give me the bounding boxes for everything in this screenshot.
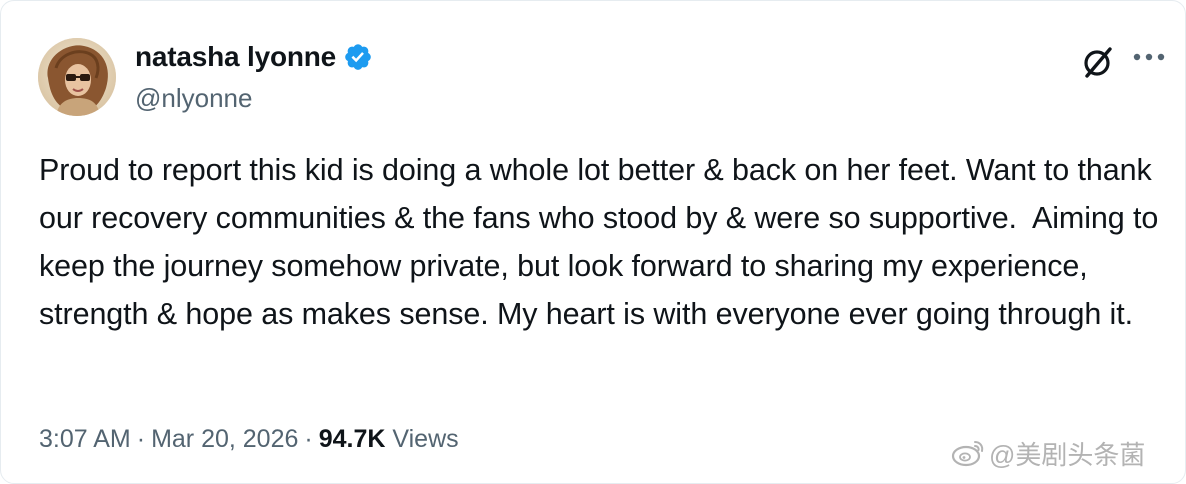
- avatar-image: [38, 38, 116, 116]
- tweet-date[interactable]: Mar 20, 2026: [151, 425, 298, 453]
- display-name[interactable]: natasha lyonne: [135, 37, 336, 77]
- user-handle[interactable]: @nlyonne: [135, 80, 252, 116]
- watermark: @美剧头条菌: [951, 433, 1145, 473]
- tweet-text: Proud to report this kid is doing a whol…: [39, 153, 1167, 331]
- name-row: natasha lyonne: [135, 37, 373, 77]
- views-label[interactable]: Views: [392, 425, 458, 453]
- meta-separator: ·: [136, 425, 146, 453]
- grok-icon[interactable]: [1079, 43, 1117, 81]
- verified-badge-icon[interactable]: [343, 42, 373, 72]
- tweet-meta: 3:07 AM · Mar 20, 2026 · 94.7K Views: [39, 419, 459, 459]
- watermark-text: @美剧头条菌: [989, 439, 1146, 470]
- meta-separator: ·: [304, 425, 313, 453]
- tweet-time[interactable]: 3:07 AM: [39, 425, 131, 453]
- more-icon[interactable]: [1129, 43, 1169, 77]
- views-count[interactable]: 94.7K: [319, 425, 386, 453]
- avatar[interactable]: [38, 38, 116, 116]
- tweet-card: natasha lyonne @nlyonne Proud to report …: [0, 0, 1186, 484]
- weibo-logo-icon: [951, 441, 984, 467]
